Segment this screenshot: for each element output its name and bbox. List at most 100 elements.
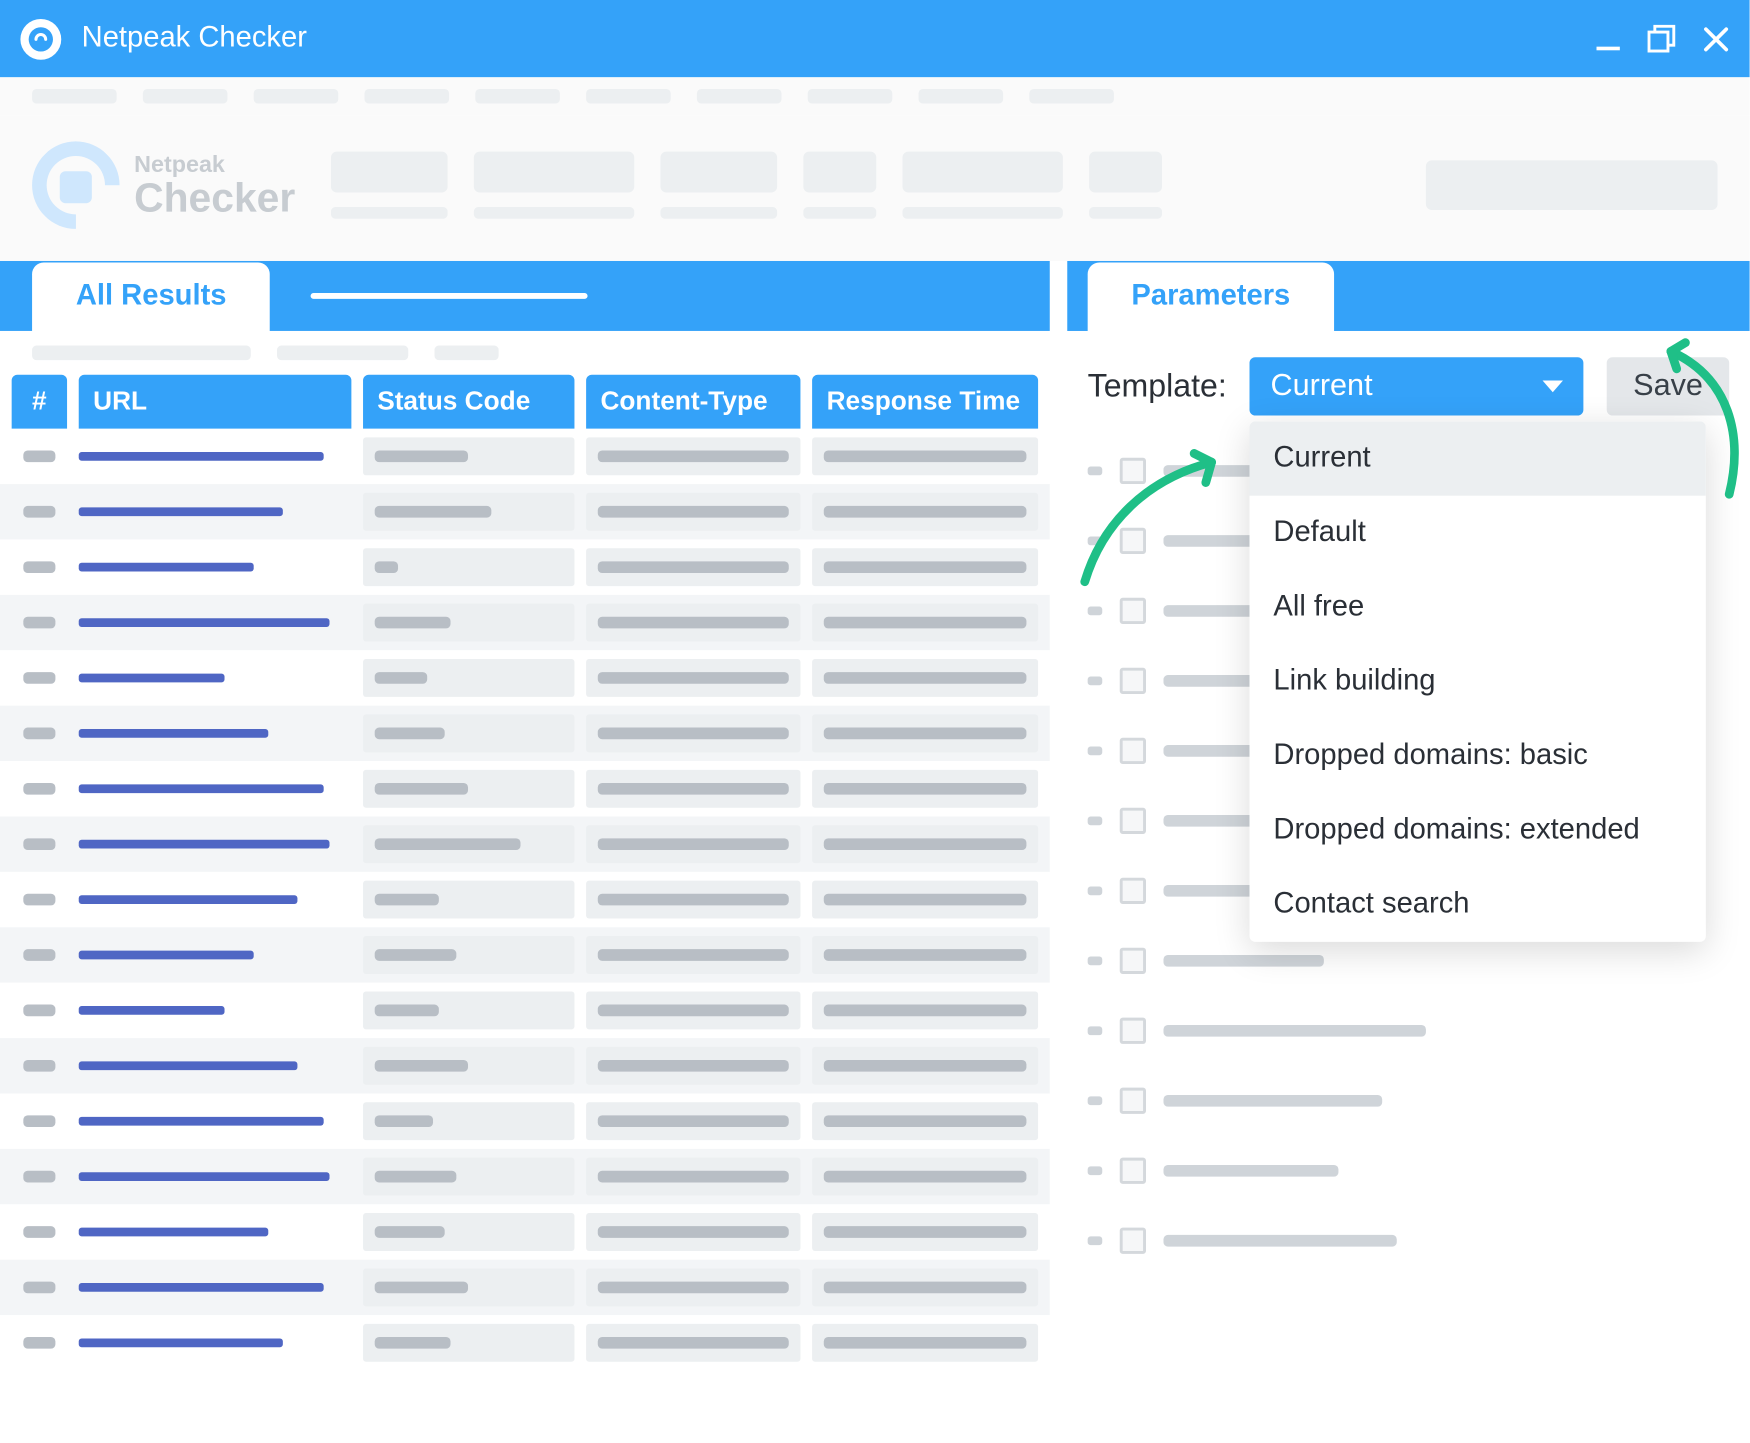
cell-number: [12, 1337, 67, 1349]
table-row[interactable]: [0, 761, 1050, 816]
minimize-icon[interactable]: [1595, 26, 1621, 52]
table-row[interactable]: [0, 706, 1050, 761]
parameter-checkbox[interactable]: [1120, 598, 1146, 624]
expand-icon[interactable]: [1088, 1026, 1103, 1035]
cell-status-code: [362, 1158, 574, 1196]
table-row[interactable]: [0, 927, 1050, 982]
cell-url: [78, 1228, 350, 1237]
expand-icon[interactable]: [1088, 956, 1103, 965]
save-button[interactable]: Save: [1607, 357, 1729, 415]
toolbar-button[interactable]: [1088, 152, 1161, 193]
template-label: Template:: [1088, 367, 1227, 405]
toolbar-button[interactable]: [660, 152, 777, 193]
filter-placeholder[interactable]: [434, 346, 498, 361]
template-option[interactable]: Current: [1250, 421, 1706, 495]
table-row[interactable]: [0, 1315, 1050, 1370]
expand-icon[interactable]: [1088, 677, 1103, 686]
cell-content-type: [586, 548, 801, 586]
template-option[interactable]: Dropped domains: basic: [1250, 719, 1706, 793]
parameter-label: [1163, 955, 1323, 967]
parameter-checkbox[interactable]: [1120, 738, 1146, 764]
filter-placeholder[interactable]: [32, 346, 251, 361]
table-row[interactable]: [0, 1149, 1050, 1204]
parameter-label: [1163, 1165, 1338, 1177]
template-option[interactable]: Default: [1250, 496, 1706, 570]
cell-content-type: [586, 1158, 801, 1196]
col-status-code[interactable]: Status Code: [363, 375, 575, 429]
template-select[interactable]: Current CurrentDefaultAll freeLink build…: [1250, 357, 1583, 415]
toolbar-search-placeholder[interactable]: [1426, 160, 1718, 210]
cell-url: [78, 951, 350, 960]
cell-content-type: [586, 1213, 801, 1251]
parameter-row: [1088, 1066, 1730, 1136]
filter-placeholder[interactable]: [277, 346, 408, 361]
table-row[interactable]: [0, 1204, 1050, 1259]
cell-number: [12, 617, 67, 629]
table-row[interactable]: [0, 595, 1050, 650]
parameter-checkbox[interactable]: [1120, 1018, 1146, 1044]
cell-response-time: [812, 1102, 1038, 1140]
table-row[interactable]: [0, 650, 1050, 705]
cell-content-type: [586, 991, 801, 1029]
cell-number: [12, 451, 67, 463]
expand-icon[interactable]: [1088, 746, 1103, 755]
col-url[interactable]: URL: [79, 375, 351, 429]
cell-url: [78, 563, 350, 572]
cell-number: [12, 838, 67, 850]
table-row[interactable]: [0, 816, 1050, 871]
expand-icon[interactable]: [1088, 816, 1103, 825]
parameter-checkbox[interactable]: [1120, 878, 1146, 904]
expand-icon[interactable]: [1088, 1096, 1103, 1105]
parameter-checkbox[interactable]: [1120, 808, 1146, 834]
table-row[interactable]: [0, 1260, 1050, 1315]
expand-icon[interactable]: [1088, 886, 1103, 895]
table-row[interactable]: [0, 983, 1050, 1038]
results-table: # URL Status Code Content-Type Response …: [0, 375, 1050, 1371]
toolbar-button[interactable]: [330, 152, 447, 193]
toolbar-label: [902, 207, 1062, 219]
toolbar-button[interactable]: [803, 152, 876, 193]
template-option[interactable]: Dropped domains: extended: [1250, 793, 1706, 867]
parameter-checkbox[interactable]: [1120, 1088, 1146, 1114]
app-title: Netpeak Checker: [82, 22, 1595, 56]
table-row[interactable]: [0, 429, 1050, 484]
cell-status-code: [362, 825, 574, 863]
close-icon[interactable]: [1703, 26, 1729, 52]
expand-icon[interactable]: [1088, 1236, 1103, 1245]
toolbar-button[interactable]: [902, 152, 1062, 193]
parameter-checkbox[interactable]: [1120, 528, 1146, 554]
cell-number: [12, 561, 67, 573]
cell-url: [78, 507, 350, 516]
col-number[interactable]: #: [12, 375, 67, 429]
tab-add-placeholder[interactable]: [311, 293, 588, 299]
table-row[interactable]: [0, 539, 1050, 594]
parameter-checkbox[interactable]: [1120, 1228, 1146, 1254]
cell-status-code: [362, 1324, 574, 1362]
tab-all-results[interactable]: All Results: [32, 262, 270, 331]
cell-response-time: [812, 1158, 1038, 1196]
parameter-checkbox[interactable]: [1120, 1158, 1146, 1184]
expand-icon[interactable]: [1088, 1166, 1103, 1175]
table-row[interactable]: [0, 1038, 1050, 1093]
parameter-checkbox[interactable]: [1120, 458, 1146, 484]
table-row[interactable]: [0, 484, 1050, 539]
template-option[interactable]: All free: [1250, 570, 1706, 644]
template-option[interactable]: Link building: [1250, 644, 1706, 718]
toolbar-button[interactable]: [473, 152, 633, 193]
tab-parameters[interactable]: Parameters: [1088, 262, 1334, 331]
table-row[interactable]: [0, 872, 1050, 927]
template-option[interactable]: Contact search: [1250, 868, 1706, 942]
table-row[interactable]: [0, 1094, 1050, 1149]
parameter-checkbox[interactable]: [1120, 948, 1146, 974]
logo: Netpeak Checker: [32, 141, 295, 228]
expand-icon[interactable]: [1088, 467, 1103, 476]
maximize-icon[interactable]: [1648, 24, 1677, 53]
cell-url: [78, 895, 350, 904]
cell-response-time: [812, 881, 1038, 919]
parameter-label: [1163, 1095, 1382, 1107]
col-response-time[interactable]: Response Time: [812, 375, 1038, 429]
col-content-type[interactable]: Content-Type: [586, 375, 800, 429]
expand-icon[interactable]: [1088, 607, 1103, 616]
parameter-checkbox[interactable]: [1120, 668, 1146, 694]
expand-icon[interactable]: [1088, 537, 1103, 546]
